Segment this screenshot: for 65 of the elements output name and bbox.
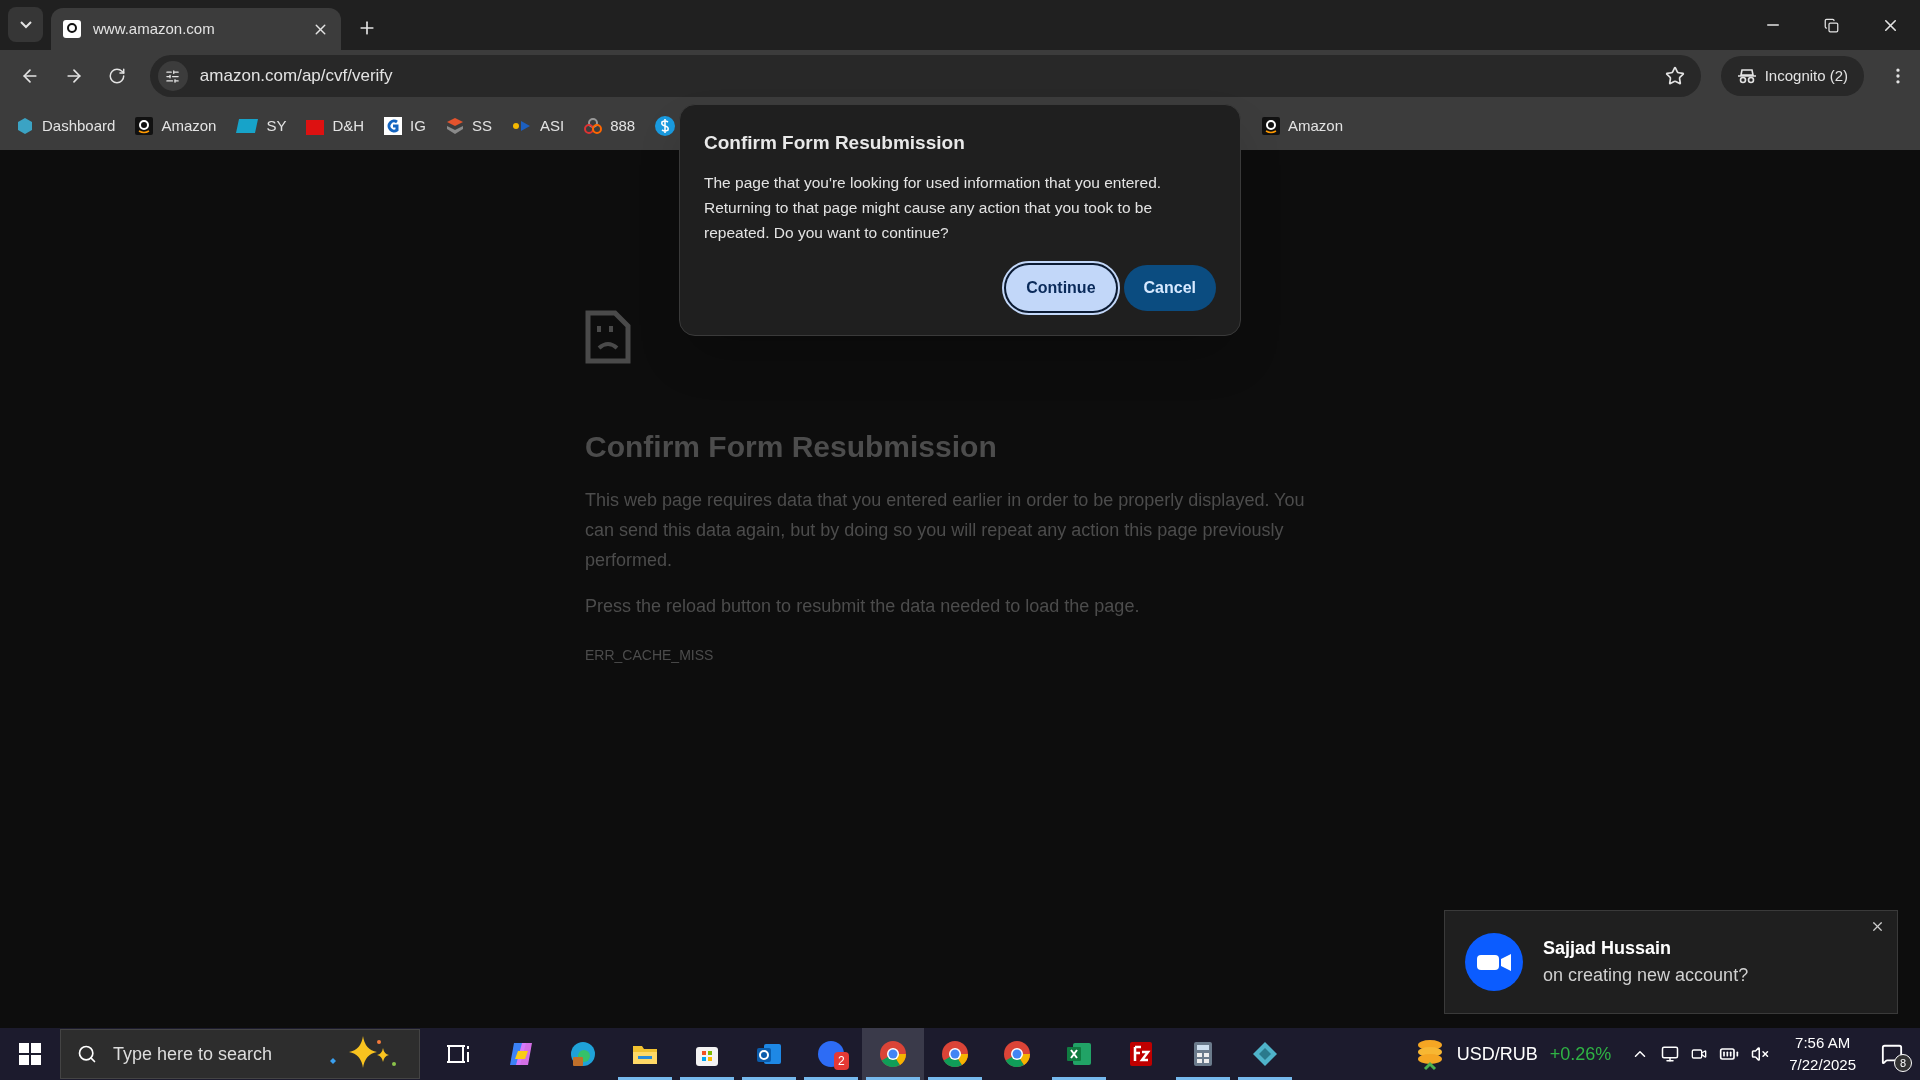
browser-tab[interactable]: www.amazon.com (51, 8, 341, 50)
bookmark-item[interactable]: Dashboard (8, 110, 124, 142)
notification-message: on creating new account? (1543, 964, 1749, 987)
error-title: Confirm Form Resubmission (585, 429, 998, 465)
chevron-down-icon (19, 20, 32, 29)
dot-arrow-icon (511, 119, 532, 133)
volume-muted-icon[interactable] (1751, 1045, 1770, 1063)
bookmark-item[interactable]: SY (228, 110, 295, 142)
edge-logo-icon (568, 1039, 598, 1069)
g-logo-icon (384, 117, 403, 135)
network-icon[interactable] (1661, 1045, 1680, 1063)
currency-label: USD/RUB (1456, 1042, 1538, 1066)
address-bar[interactable]: amazon.com/ap/cvf/verify (149, 55, 1701, 97)
bookmark-item[interactable]: SS (437, 110, 500, 142)
badge-count: 2 (834, 1052, 849, 1070)
action-center-button[interactable]: 8 (1864, 1028, 1920, 1080)
hexagon-logo-icon (16, 117, 34, 135)
bookmark-item[interactable]: ASI (503, 110, 573, 142)
dialog-button[interactable]: Cancel (1123, 264, 1216, 311)
bookmark-item[interactable]: Amazon (1254, 110, 1352, 142)
bookmark-star-icon[interactable] (1664, 66, 1685, 86)
url-text: amazon.com/ap/cvf/verify (199, 65, 394, 88)
tab-search-button[interactable] (8, 7, 43, 42)
stack-logo-icon (445, 117, 464, 135)
chrome-logo-icon (1002, 1039, 1032, 1069)
search-field[interactable]: Type here to search (113, 1040, 307, 1068)
taskbar-app-button[interactable]: 2 (800, 1028, 862, 1080)
incognito-button[interactable]: Incognito (2) (1720, 56, 1865, 96)
error-paragraph: This web page requires data that you entered earlier in order to be properly displayed. You can send this data again, but by doing so you will repeat any action this page previously performed. (585, 489, 1306, 572)
error-code: ERR_CACHE_MISS (585, 646, 715, 665)
incognito-icon (1736, 68, 1757, 84)
search-icon (77, 1044, 97, 1064)
chrome-logo-icon (940, 1039, 970, 1069)
dialog-message: The page that you're looking for used information that you entered. Returning to that page might cause any action that you took to be repeated. Do you want to continue? (704, 172, 1163, 243)
site-info-button[interactable] (157, 61, 188, 91)
reload-icon[interactable] (107, 67, 126, 85)
restore-icon[interactable] (1824, 17, 1839, 33)
notification-count: 8 (1894, 1054, 1912, 1072)
bookmark-item[interactable]: IG (376, 110, 434, 142)
bookmark-item[interactable]: D&H (298, 110, 373, 142)
amazon-logo-icon (135, 117, 154, 135)
rings-logo-icon (584, 117, 603, 135)
windows-logo-icon (19, 1043, 41, 1065)
amazon-logo-icon (63, 20, 81, 38)
video-camera-logo-icon (1465, 933, 1523, 991)
broken-page-icon (585, 310, 631, 364)
ec-logo-icon (236, 119, 259, 133)
camera-icon[interactable] (1691, 1046, 1708, 1062)
sliders-icon (165, 68, 181, 84)
error-paragraph: Press the reload button to resubmit the data needed to load the page. (585, 595, 1141, 618)
amazon-logo-icon (1262, 117, 1280, 135)
tab-title: www.amazon.com (93, 18, 216, 39)
clock[interactable]: 7:56 AM 7/22/2025 (1781, 1032, 1864, 1076)
bookmark-item[interactable]: 888 (576, 110, 644, 142)
close-icon[interactable] (1870, 919, 1885, 934)
taskbar-app-button[interactable] (862, 1028, 924, 1080)
square-logo-icon (306, 117, 325, 135)
search-box[interactable]: Type here to search (60, 1029, 420, 1079)
bookmark-item[interactable]: Amazon (127, 110, 225, 142)
dialog-title: Confirm Form Resubmission (704, 131, 966, 155)
currency-change: +0.26% (1549, 1042, 1612, 1066)
dollar-circle-icon (655, 116, 676, 136)
notification-sender: Sajjad Hussain (1543, 937, 1673, 960)
notification-toast[interactable]: Sajjad Hussain on creating new account? (1444, 910, 1898, 1014)
chrome-logo-icon (878, 1039, 908, 1069)
